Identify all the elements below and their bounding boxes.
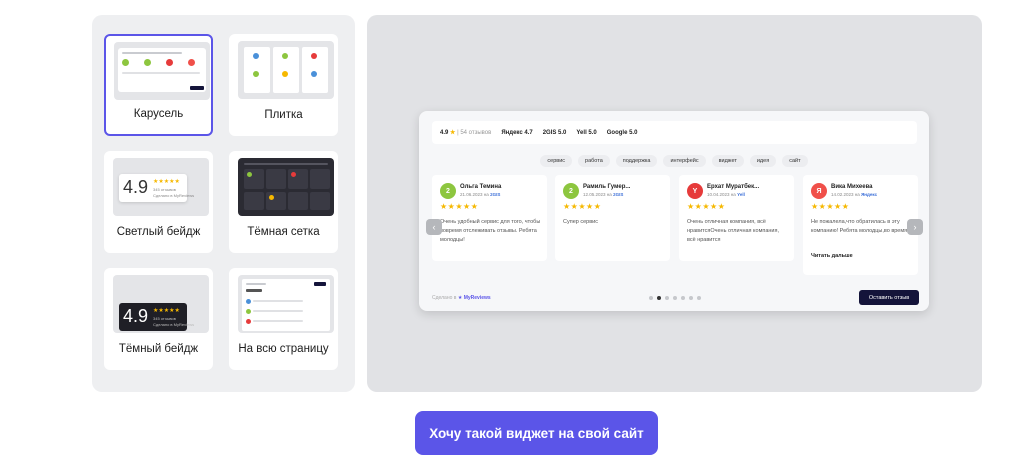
layout-label: Тёмная сетка <box>247 226 320 238</box>
tag-chip[interactable]: интерфейс <box>663 155 706 167</box>
carousel-thumbnail <box>114 42 210 100</box>
layout-label: Тёмный бейдж <box>118 343 199 355</box>
badge-credit: Сделано в MyReviews <box>153 322 195 327</box>
tiles-thumbnail <box>238 41 334 99</box>
dark-badge-thumbnail: 4.9 ★★★★★ 345 отзывов Сделано в MyReview… <box>113 275 209 333</box>
tag-chip[interactable]: виджет <box>711 155 744 167</box>
source-yell[interactable]: Yell 5.0 <box>576 130 596 136</box>
full-page-thumbnail <box>238 275 334 333</box>
review-date: 10.04.2023 на Yell <box>707 192 745 197</box>
carousel-widget: 4.9 ★ | 54 отзывов Яндекс 4.7 2GIS 5.0 Y… <box>419 111 929 311</box>
review-card: Я Вика Михеева 14.02.2023 на Яндекс ★★★★… <box>803 175 918 275</box>
badge-score: 4.9 <box>123 306 149 326</box>
review-author: Вика Михеева <box>831 184 873 190</box>
layout-label: Светлый бейдж <box>116 226 201 238</box>
page-dot[interactable] <box>681 296 685 300</box>
review-text: Супер сервис <box>563 219 598 225</box>
layout-option-dark-badge[interactable]: 4.9 ★★★★★ 345 отзывов Сделано в MyReview… <box>104 268 213 370</box>
layout-option-carousel[interactable]: Карусель <box>104 34 213 136</box>
get-widget-button[interactable]: Хочу такой виджет на свой сайт <box>415 411 658 455</box>
widget-preview-panel: 4.9 ★ | 54 отзывов Яндекс 4.7 2GIS 5.0 Y… <box>367 15 982 392</box>
review-text: Очень удобный сервис для того, чтобы вов… <box>440 219 541 243</box>
tag-chip[interactable]: сервис <box>540 155 573 167</box>
page-dot[interactable] <box>689 296 693 300</box>
review-stars: ★★★★★ <box>440 202 479 211</box>
dark-grid-thumbnail <box>238 158 334 216</box>
review-stars: ★★★★★ <box>811 202 850 211</box>
review-stars: ★★★★★ <box>687 202 726 211</box>
read-more-link[interactable]: Читать дальше <box>811 253 853 259</box>
badge-score: 4.9 <box>123 177 149 197</box>
review-date: 14.02.2023 на Яндекс <box>831 192 878 197</box>
badge-stars: ★★★★★ <box>153 179 180 185</box>
leave-review-button[interactable]: Оставить отзыв <box>859 290 919 305</box>
avatar: Y <box>687 183 703 199</box>
rating-summary: 4.9 ★ | 54 отзывов Яндекс 4.7 2GIS 5.0 Y… <box>432 121 917 144</box>
review-card: Y Ерхат Муратбек... 10.04.2023 на Yell ★… <box>679 175 794 261</box>
badge-stars: ★★★★★ <box>153 308 180 314</box>
review-author: Ерхат Муратбек... <box>707 184 760 190</box>
badge-reviews: 345 отзывов <box>153 316 176 321</box>
review-author: Ольга Темина <box>460 184 502 190</box>
page-dot[interactable] <box>673 296 677 300</box>
page-dot[interactable] <box>649 296 653 300</box>
review-date: 21.06.2023 на 2GIS <box>460 192 501 197</box>
badge-credit: Сделано в MyReviews <box>153 193 195 198</box>
page-dot[interactable] <box>665 296 669 300</box>
layout-picker: Карусель Плитка 4.9 ★★★★★ 345 отзывов Сд… <box>92 15 355 392</box>
source-yandex[interactable]: Яндекс 4.7 <box>501 130 532 136</box>
next-arrow-icon[interactable]: › <box>907 219 923 235</box>
source-2gis[interactable]: 2GIS 5.0 <box>543 130 567 136</box>
powered-by[interactable]: Сделано в ★ MyReviews <box>432 295 491 301</box>
source-google[interactable]: Google 5.0 <box>607 130 638 136</box>
light-badge-thumbnail: 4.9 ★★★★★ 345 отзывов Сделано в MyReview… <box>113 158 209 216</box>
review-date: 12.05.2023 на 2GIS <box>583 192 624 197</box>
layout-option-light-badge[interactable]: 4.9 ★★★★★ 345 отзывов Сделано в MyReview… <box>104 151 213 253</box>
badge-reviews: 345 отзывов <box>153 187 176 192</box>
reviews-count: 54 отзывов <box>460 130 492 136</box>
review-card: 2 Ольга Темина 21.06.2023 на 2GIS ★★★★★ … <box>432 175 547 261</box>
layout-option-tiles[interactable]: Плитка <box>229 34 338 136</box>
review-text: Очень отличная компания, всё нравитсяОче… <box>687 219 780 243</box>
review-card: 2 Рамиль Гумер... 12.05.2023 на 2GIS ★★★… <box>555 175 670 261</box>
avatar: 2 <box>563 183 579 199</box>
page-dot[interactable] <box>697 296 701 300</box>
avatar: 2 <box>440 183 456 199</box>
page-dot-active[interactable] <box>657 296 661 300</box>
star-icon: ★ <box>450 130 456 136</box>
tag-filter: сервис работа поддержка интерфейс виджет… <box>419 155 929 167</box>
star-logo-icon: ★ <box>457 295 463 301</box>
overall-rating: 4.9 ★ | 54 отзывов <box>440 130 492 136</box>
review-text: Не пожалела,что обратилась в эту компани… <box>811 219 912 234</box>
pagination-dots <box>649 296 701 300</box>
tag-chip[interactable]: идея <box>749 155 777 167</box>
tag-chip[interactable]: поддержка <box>615 155 658 167</box>
avatar: Я <box>811 183 827 199</box>
layout-option-dark-grid[interactable]: Тёмная сетка <box>229 151 338 253</box>
tag-chip[interactable]: сайт <box>782 155 808 167</box>
layout-label: Карусель <box>133 108 184 120</box>
layout-label: Плитка <box>264 109 303 121</box>
prev-arrow-icon[interactable]: ‹ <box>426 219 442 235</box>
review-stars: ★★★★★ <box>563 202 602 211</box>
layout-option-full-page[interactable]: На всю страницу <box>229 268 338 370</box>
tag-chip[interactable]: работа <box>578 155 610 167</box>
layout-label: На всю страницу <box>238 343 329 355</box>
review-author: Рамиль Гумер... <box>583 184 631 190</box>
